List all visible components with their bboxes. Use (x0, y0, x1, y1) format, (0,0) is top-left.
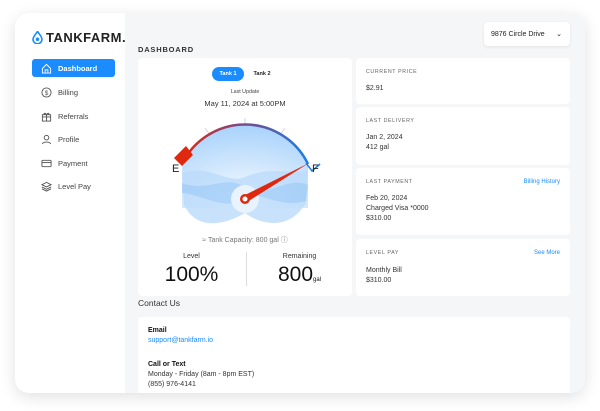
home-icon (41, 63, 52, 74)
last-update-value: May 11, 2024 at 5:00PM (204, 99, 286, 108)
layers-icon (41, 181, 52, 192)
contact-title: Contact Us (138, 298, 181, 308)
drop-logo-icon (32, 31, 43, 44)
page-title: DASHBOARD (138, 45, 194, 54)
chevron-down-icon: ⌄ (556, 31, 562, 38)
sidebar: TANKFARM. Dashboard $ Billing Referrals P… (15, 13, 126, 393)
last-delivery-card: LAST DELIVERY Jan 2, 2024 412 gal (356, 107, 570, 165)
tab-tank-2[interactable]: Tank 2 (246, 67, 278, 81)
sidebar-item-payment[interactable]: Payment (32, 154, 115, 172)
tank-gauge-card: Tank 1 Tank 2 Last Update May 11, 2024 a… (138, 58, 352, 296)
logo: TANKFARM. (32, 30, 126, 45)
credit-card-icon (41, 159, 52, 167)
user-icon (41, 134, 52, 144)
empty-label: E (172, 163, 180, 175)
svg-text:$: $ (45, 89, 49, 96)
level-label: Level (183, 253, 200, 260)
tank-gauge (174, 118, 321, 224)
level-pay-card: LEVEL PAY See More Monthly Bill $310.00 (356, 239, 570, 296)
billing-history-link[interactable]: Billing History (524, 179, 560, 185)
phone-number[interactable]: (855) 976-4141 (148, 380, 196, 390)
sidebar-item-profile[interactable]: Profile (32, 130, 115, 148)
last-update-label: Last Update (230, 89, 260, 95)
tank-capacity: ≈ Tank Capacity: 800 gal ⓘ (202, 237, 288, 244)
remaining-value: 800gal (277, 263, 322, 286)
sidebar-item-billing[interactable]: $ Billing (32, 83, 115, 101)
sidebar-item-referrals[interactable]: Referrals (32, 107, 115, 125)
dollar-icon: $ (41, 86, 52, 98)
wifi-icon: ≈ (202, 237, 207, 244)
contact-card: Email support@tankfarm.io Call or Text M… (138, 317, 570, 393)
see-more-link[interactable]: See More (534, 250, 560, 256)
remaining-label: Remaining (282, 253, 317, 260)
app-window: TANKFARM. Dashboard $ Billing Referrals P… (15, 13, 585, 393)
info-icon[interactable]: ⓘ (281, 237, 288, 244)
email-link[interactable]: support@tankfarm.io (148, 336, 213, 346)
last-payment-card: LAST PAYMENT Billing History Feb 20, 202… (356, 168, 570, 235)
level-value: 100% (164, 263, 219, 286)
current-price-card: CURRENT PRICE $2.91 (356, 58, 570, 104)
sidebar-item-level-pay[interactable]: Level Pay (32, 177, 115, 195)
full-label: F (312, 163, 319, 175)
address-select[interactable]: 9876 Circle Drive ⌄ (484, 22, 570, 46)
gift-icon (41, 112, 52, 122)
sidebar-item-dashboard[interactable]: Dashboard (32, 59, 115, 77)
tab-tank-1[interactable]: Tank 1 (212, 67, 244, 81)
